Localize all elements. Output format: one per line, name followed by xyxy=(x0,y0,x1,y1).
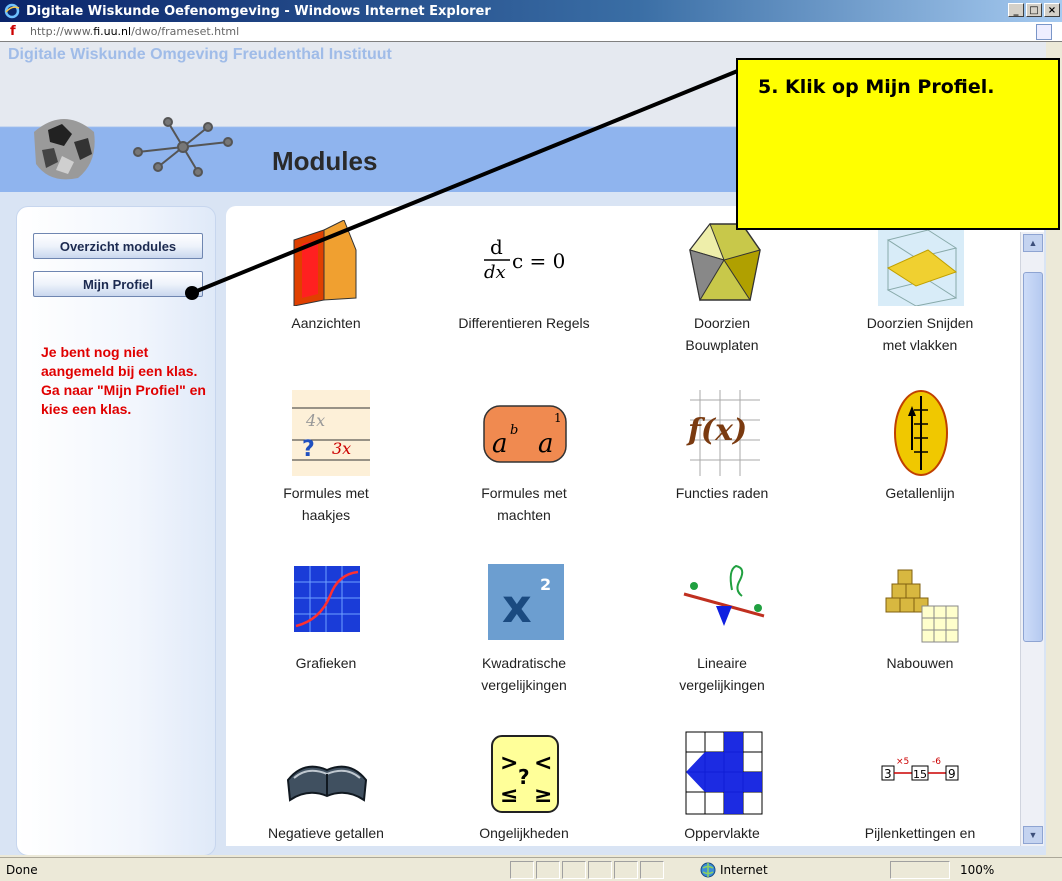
ongelijkheden-icon: > < ? ≤ ≥ xyxy=(491,735,559,813)
haakjes-icon: 4x ? 3x xyxy=(292,390,370,476)
machten-a2: a xyxy=(538,429,554,459)
window-controls: _ □ × xyxy=(1008,3,1060,17)
module-label: Negatieve getallen xyxy=(268,825,384,841)
address-url-path: /dwo/frameset.html xyxy=(131,25,240,38)
bouwplaten-icon xyxy=(689,222,761,302)
address-bar[interactable]: f http://www. fi.uu.nl /dwo/frameset.htm… xyxy=(0,22,1062,42)
pijl-op2: -6 xyxy=(932,757,941,767)
status-cell xyxy=(510,861,534,879)
security-zone[interactable]: Internet xyxy=(700,862,768,878)
diff-num: d xyxy=(490,235,503,259)
status-cell xyxy=(614,861,638,879)
oppervlakte-icon xyxy=(685,731,763,815)
scroll-down-button[interactable]: ▼ xyxy=(1023,826,1043,844)
pijl-op1: ×5 xyxy=(896,757,909,767)
machten-b: b xyxy=(510,423,518,438)
status-cell xyxy=(536,861,560,879)
protected-mode-cell[interactable] xyxy=(890,861,950,879)
status-cell xyxy=(588,861,612,879)
compatibility-icon[interactable] xyxy=(1036,24,1052,40)
nabouwen-icon xyxy=(885,569,959,643)
pijl-b: 15 xyxy=(913,768,927,781)
negatief-icon xyxy=(286,765,368,802)
module-label: Ongelijkheden xyxy=(479,825,569,841)
login-notice: Je bent nog niet aangemeld bij een klas.… xyxy=(41,344,206,417)
browser-window: Digitale Wiskunde Oefenomgeving - Window… xyxy=(0,0,1062,881)
kwadratisch-x: x xyxy=(502,579,532,633)
diff-den: dx xyxy=(484,262,506,283)
pijl-a: 3 xyxy=(884,767,892,781)
status-bar: Done Internet 100% xyxy=(0,857,1062,881)
globe-icon xyxy=(700,862,716,877)
module-label: Functies raden xyxy=(675,485,769,501)
diff-rhs: c = 0 xyxy=(512,249,565,273)
soccer-ball-icon xyxy=(34,119,95,180)
molecule-icon xyxy=(133,117,233,177)
grafieken-icon xyxy=(294,566,360,632)
module-label: Oppervlakte xyxy=(684,825,760,841)
ie-logo-icon xyxy=(4,3,20,19)
minimize-button[interactable]: _ xyxy=(1008,3,1024,17)
modules-grid: Aanzichten d dx c = 0 Differentieren Reg… xyxy=(226,206,1044,846)
zoom-level[interactable]: 100% xyxy=(960,863,994,877)
kwadratisch-icon: x 2 xyxy=(488,564,564,640)
differentieren-icon: d dx c = 0 xyxy=(484,235,565,283)
sidebar: Overzicht modules Mijn Profiel Je bent n… xyxy=(16,206,216,855)
module-label: Kwadratische vergelijkingen xyxy=(481,655,567,693)
kwadratisch-exp: 2 xyxy=(540,575,551,594)
machten-a: a xyxy=(492,429,508,459)
machten-exp: 1 xyxy=(554,411,562,425)
address-url-prefix: http://www. xyxy=(30,25,94,38)
address-url-domain: fi.uu.nl xyxy=(93,25,132,38)
getallenlijn-icon xyxy=(894,390,948,476)
vertical-scrollbar[interactable]: ▲ ▼ xyxy=(1020,232,1044,846)
module-label: Formules met haakjes xyxy=(283,485,369,523)
pijlenkettingen-icon: 3 ×5 15 -6 9 xyxy=(881,757,959,781)
status-cell xyxy=(562,861,586,879)
module-label: Lineaire vergelijkingen xyxy=(679,655,765,693)
close-button[interactable]: × xyxy=(1044,3,1060,17)
callout-text: 5. Klik op Mijn Profiel. xyxy=(758,76,995,98)
status-text: Done xyxy=(6,862,38,877)
window-title: Digitale Wiskunde Oefenomgeving - Window… xyxy=(26,3,491,19)
ong-1: > xyxy=(500,751,518,776)
module-label: Differentieren Regels xyxy=(458,315,590,331)
machten-icon: a b a 1 xyxy=(483,405,567,463)
module-label: Doorzien Bouwplaten xyxy=(685,315,759,353)
ong-4: ≥ xyxy=(534,783,552,808)
functies-text: f(x) xyxy=(686,413,747,448)
module-label: Doorzien Snijden met vlakken xyxy=(866,315,974,353)
page-heading: Modules xyxy=(272,146,378,176)
scroll-thumb[interactable] xyxy=(1023,272,1043,642)
pijl-c: 9 xyxy=(948,767,956,781)
lineair-icon xyxy=(683,564,765,626)
module-label: Grafieken xyxy=(295,655,357,671)
scroll-up-button[interactable]: ▲ xyxy=(1023,234,1043,252)
overzicht-modules-button[interactable]: Overzicht modules xyxy=(33,233,203,259)
functies-icon: f(x) xyxy=(686,390,760,476)
zone-label: Internet xyxy=(720,862,768,877)
module-label: Pijlenkettingen en xyxy=(864,825,976,841)
snijden-icon xyxy=(878,220,964,306)
haakjes-a: 4x xyxy=(305,411,325,430)
module-label: Getallenlijn xyxy=(885,485,955,501)
ong-2: < xyxy=(534,751,552,776)
instruction-callout: 5. Klik op Mijn Profiel. xyxy=(736,58,1060,230)
ong-3: ≤ xyxy=(500,783,518,808)
mijn-profiel-button[interactable]: Mijn Profiel xyxy=(33,271,203,297)
site-favicon-icon: f xyxy=(10,23,16,39)
haakjes-q: ? xyxy=(302,437,315,462)
title-bar: Digitale Wiskunde Oefenomgeving - Window… xyxy=(0,0,1062,22)
maximize-button[interactable]: □ xyxy=(1026,3,1042,17)
module-label: Formules met machten xyxy=(481,485,567,523)
module-label: Aanzichten xyxy=(291,315,361,331)
module-label: Nabouwen xyxy=(886,655,954,671)
status-cell xyxy=(640,861,664,879)
site-title: Digitale Wiskunde Omgeving Freudenthal I… xyxy=(8,46,392,63)
aanzichten-icon xyxy=(293,220,357,306)
ong-q: ? xyxy=(518,765,530,789)
haakjes-b: 3x xyxy=(332,439,351,458)
